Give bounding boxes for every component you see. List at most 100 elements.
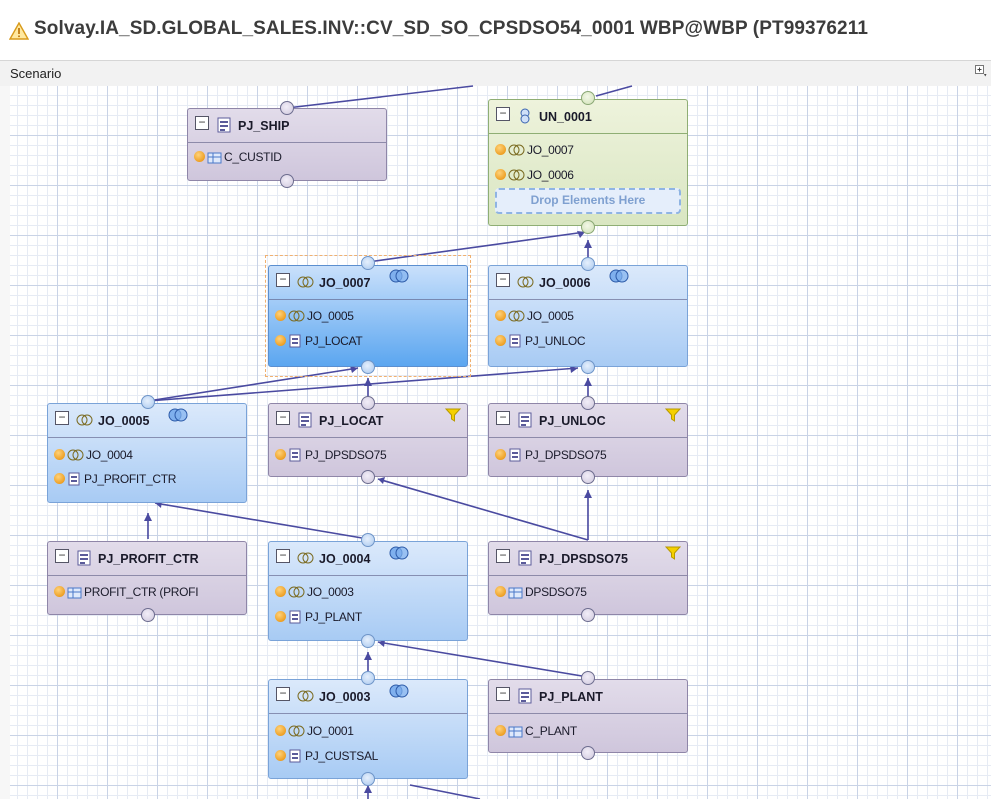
input-row[interactable]: JO_0004 bbox=[54, 447, 133, 467]
input-row[interactable]: PJ_PLANT bbox=[275, 609, 362, 629]
port-jo0005-top[interactable] bbox=[141, 395, 155, 409]
input-row[interactable]: PJ_CUSTSAL bbox=[275, 748, 378, 768]
input-row[interactable]: JO_0006 bbox=[495, 167, 574, 187]
collapse-toggle[interactable]: − bbox=[276, 687, 290, 701]
node-jo-0004[interactable]: − JO_0004 JO_0003 PJ_PLANT bbox=[268, 541, 468, 641]
node-jo-0005[interactable]: − JO_0005 JO_0004 PJ_PROFIT_CTR bbox=[47, 403, 247, 503]
node-jo-0007[interactable]: − JO_0007 JO_0005 PJ_LOCAT bbox=[268, 265, 468, 367]
join-type-icon bbox=[609, 269, 629, 283]
collapse-toggle[interactable]: − bbox=[276, 273, 290, 287]
port-jo0003-top[interactable] bbox=[361, 671, 375, 685]
join-icon bbox=[288, 310, 305, 322]
projection-icon bbox=[518, 688, 532, 704]
input-row[interactable]: C_PLANT bbox=[495, 723, 577, 743]
node-jo-0003[interactable]: − JO_0003 JO_0001 PJ_CUSTSAL bbox=[268, 679, 468, 779]
node-pj-profit-ctr[interactable]: − PJ_PROFIT_CTR PROFIT_CTR (PROFI bbox=[47, 541, 247, 615]
node-header: − JO_0007 bbox=[269, 266, 467, 300]
projection-icon bbox=[518, 412, 532, 428]
node-pj-unloc[interactable]: − PJ_UNLOC PJ_DPSDSO75 bbox=[488, 403, 688, 477]
drop-elements-zone[interactable]: Drop Elements Here bbox=[495, 188, 681, 214]
input-row[interactable]: JO_0001 bbox=[275, 723, 354, 743]
node-un-0001[interactable]: − UN_0001 JO_0007 JO_0006 Drop Elements … bbox=[488, 99, 688, 226]
collapse-toggle[interactable]: − bbox=[496, 549, 510, 563]
collapse-toggle[interactable]: − bbox=[496, 107, 510, 121]
projection-icon bbox=[518, 550, 532, 566]
input-row[interactable]: JO_0003 bbox=[275, 584, 354, 604]
port-jo0004-bottom[interactable] bbox=[361, 634, 375, 648]
join-icon bbox=[67, 449, 84, 461]
node-pj-plant[interactable]: − PJ_PLANT C_PLANT bbox=[488, 679, 688, 753]
input-row[interactable]: PJ_PROFIT_CTR bbox=[54, 471, 176, 491]
port-pj-unloc-bottom[interactable] bbox=[581, 470, 595, 484]
input-row[interactable]: PJ_UNLOC bbox=[495, 333, 586, 353]
table-icon bbox=[207, 152, 222, 164]
connector-un-up bbox=[595, 85, 633, 97]
port-pj-profit-bottom[interactable] bbox=[141, 608, 155, 622]
port-pj-ship-bottom[interactable] bbox=[280, 174, 294, 188]
node-pj-dpsdso75[interactable]: − PJ_DPSDSO75 DPSDSO75 bbox=[488, 541, 688, 615]
filter-icon bbox=[665, 408, 681, 422]
projection-icon bbox=[217, 117, 231, 133]
node-pj-locat[interactable]: − PJ_LOCAT PJ_DPSDSO75 bbox=[268, 403, 468, 477]
port-jo0006-top[interactable] bbox=[581, 257, 595, 271]
input-row[interactable]: PJ_DPSDSO75 bbox=[275, 447, 387, 467]
node-header: − JO_0003 bbox=[269, 680, 467, 714]
projection-icon bbox=[509, 334, 521, 348]
collapse-toggle[interactable]: − bbox=[55, 549, 69, 563]
port-pj-locat-top[interactable] bbox=[361, 396, 375, 410]
port-jo0006-bottom[interactable] bbox=[581, 360, 595, 374]
collapse-toggle[interactable]: − bbox=[276, 411, 290, 425]
node-pj-ship[interactable]: − PJ_SHIP C_CUSTID bbox=[187, 108, 387, 181]
collapse-toggle[interactable]: − bbox=[496, 273, 510, 287]
port-un-top[interactable] bbox=[581, 91, 595, 105]
collapse-toggle[interactable]: − bbox=[496, 411, 510, 425]
input-row[interactable]: JO_0005 bbox=[275, 308, 354, 328]
join-type-icon bbox=[168, 408, 188, 422]
output-dot-icon bbox=[275, 725, 286, 737]
input-row[interactable]: C_CUSTID bbox=[194, 149, 282, 169]
input-row[interactable]: PJ_DPSDSO75 bbox=[495, 447, 607, 467]
input-row[interactable]: JO_0005 bbox=[495, 308, 574, 328]
join-icon bbox=[508, 144, 525, 156]
port-pj-ship-top[interactable] bbox=[280, 101, 294, 115]
port-jo0004-top[interactable] bbox=[361, 533, 375, 547]
output-dot-icon bbox=[495, 169, 506, 181]
node-title: UN_0001 bbox=[539, 110, 592, 124]
port-pj-plant-top[interactable] bbox=[581, 671, 595, 685]
port-pj-locat-bottom[interactable] bbox=[361, 470, 375, 484]
port-pj-dpsdso75-bottom[interactable] bbox=[581, 608, 595, 622]
output-dot-icon bbox=[495, 335, 506, 347]
output-dot-icon bbox=[495, 586, 506, 598]
node-title: JO_0007 bbox=[319, 276, 371, 290]
node-jo-0006[interactable]: − JO_0006 JO_0005 PJ_UNLOC bbox=[488, 265, 688, 367]
input-row[interactable]: JO_0007 bbox=[495, 142, 574, 162]
collapse-toggle[interactable]: − bbox=[496, 687, 510, 701]
port-un-bottom[interactable] bbox=[581, 220, 595, 234]
port-jo0007-top[interactable] bbox=[361, 256, 375, 270]
union-icon bbox=[520, 108, 530, 124]
node-header: − UN_0001 bbox=[489, 100, 687, 134]
node-header: − PJ_PLANT bbox=[489, 680, 687, 714]
projection-icon bbox=[77, 550, 91, 566]
input-row[interactable]: DPSDSO75 bbox=[495, 584, 587, 604]
join-type-icon bbox=[389, 269, 409, 283]
port-jo0007-bottom[interactable] bbox=[361, 360, 375, 374]
output-dot-icon bbox=[194, 151, 205, 163]
projection-icon bbox=[289, 610, 301, 624]
connector-plant-jo0004 bbox=[377, 641, 589, 678]
collapse-toggle[interactable]: − bbox=[55, 411, 69, 425]
collapse-toggle[interactable]: − bbox=[276, 549, 290, 563]
input-row[interactable]: PROFIT_CTR (PROFI bbox=[54, 584, 199, 604]
collapse-toggle[interactable]: − bbox=[195, 116, 209, 130]
node-title: JO_0003 bbox=[319, 690, 371, 704]
port-pj-unloc-top[interactable] bbox=[581, 396, 595, 410]
output-dot-icon bbox=[275, 310, 286, 322]
node-title: JO_0004 bbox=[319, 552, 371, 566]
input-row[interactable]: PJ_LOCAT bbox=[275, 333, 363, 353]
table-icon bbox=[508, 587, 523, 599]
port-pj-plant-bottom[interactable] bbox=[581, 746, 595, 760]
filter-icon bbox=[665, 546, 681, 560]
join-type-icon bbox=[389, 684, 409, 698]
port-jo0003-bottom[interactable] bbox=[361, 772, 375, 786]
node-title: JO_0006 bbox=[539, 276, 591, 290]
